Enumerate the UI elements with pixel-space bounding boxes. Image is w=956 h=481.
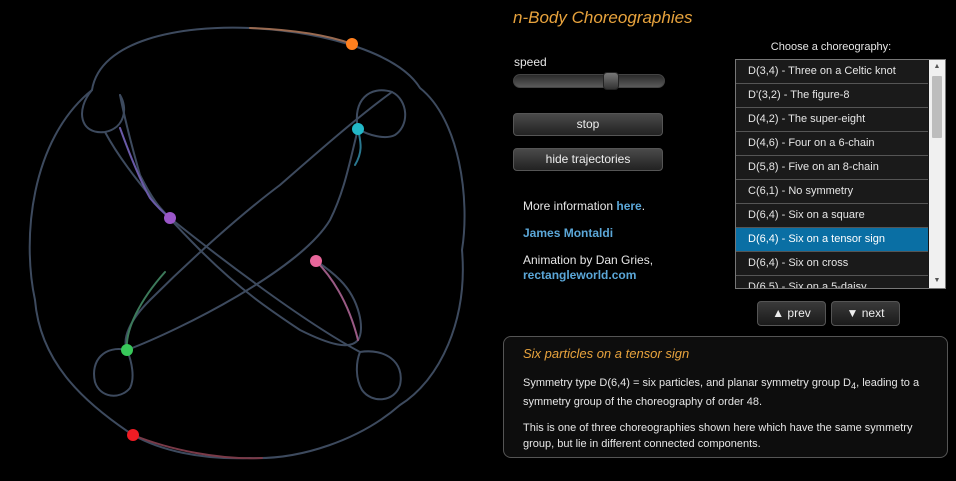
author-link[interactable]: James Montaldi [523, 226, 613, 240]
particle-orange [346, 38, 358, 50]
list-item[interactable]: C(6,1) - No symmetry [736, 180, 928, 204]
particle-cyan [352, 123, 364, 135]
trajectory-loop-bottom-left [93, 348, 134, 397]
trajectory-strand-b [126, 128, 359, 351]
list-item[interactable]: D(5,8) - Five on an 8-chain [736, 156, 928, 180]
particle-pink [310, 255, 322, 267]
description-paragraph-2: This is one of three choreographies show… [523, 422, 913, 450]
list-item[interactable]: D(4,2) - The super-eight [736, 108, 928, 132]
scroll-down-icon[interactable]: ▼ [929, 274, 945, 288]
trail-pink [315, 260, 359, 341]
next-button[interactable]: ▼ next [831, 301, 900, 326]
listbox-scrollbar[interactable]: ▲ ▼ [929, 60, 945, 288]
hide-trajectories-button[interactable]: hide trajectories [513, 148, 663, 171]
description-panel: Six particles on a tensor sign Symmetry … [503, 336, 948, 458]
choreography-listbox[interactable]: D(3,4) - Three on a Celtic knot D'(3,2) -… [735, 59, 946, 289]
list-item[interactable]: D(6,4) - Six on a square [736, 204, 928, 228]
trail-green [125, 271, 166, 351]
trajectory-loop-bottom-right [355, 350, 402, 401]
particle-red [127, 429, 139, 441]
trajectory-strand-c [104, 131, 362, 347]
site-link[interactable]: rectangleworld.com [523, 268, 636, 282]
stop-button[interactable]: stop [513, 113, 663, 136]
scroll-up-icon[interactable]: ▲ [929, 60, 945, 74]
more-info-suffix: . [641, 199, 646, 213]
list-item[interactable]: D(6,5) - Six on a 5-daisy [736, 276, 928, 288]
trajectory-loop-top-left [81, 89, 126, 134]
trajectory-strand-a [119, 94, 361, 353]
list-item[interactable]: D(6,4) - Six on a tensor sign [736, 228, 928, 252]
trail-purple [119, 127, 171, 219]
list-item[interactable]: D(6,4) - Six on cross [736, 252, 928, 276]
choreography-canvas [28, 26, 466, 460]
list-item[interactable]: D(3,4) - Three on a Celtic knot [736, 60, 928, 84]
chooser-label: Choose a choreography: [770, 41, 892, 53]
trajectory-outer-ring [28, 26, 466, 460]
list-item[interactable]: D'(3,2) - The figure-8 [736, 84, 928, 108]
more-info-prefix: More information [523, 199, 617, 213]
speed-slider-thumb[interactable] [603, 72, 619, 90]
description-title: Six particles on a tensor sign [523, 346, 690, 361]
more-info-link[interactable]: here [616, 199, 641, 213]
description-paragraph-1: Symmetry type D(6,4) = six particles, an… [523, 375, 933, 410]
page-title: n-Body Choreographies [513, 8, 693, 27]
speed-label: speed [514, 55, 547, 69]
speed-slider-track[interactable] [513, 74, 665, 88]
particle-green [121, 344, 133, 356]
description-p1-a: Symmetry type D(6,4) = six particles, an… [523, 377, 851, 389]
speed-slider[interactable] [513, 72, 665, 90]
scrollbar-thumb[interactable] [932, 76, 942, 138]
list-item[interactable]: D(4,6) - Four on a 6-chain [736, 132, 928, 156]
more-info-line: More information here. [523, 199, 645, 213]
particle-purple [164, 212, 176, 224]
choreography-list: D(3,4) - Three on a Celtic knot D'(3,2) -… [736, 60, 928, 288]
prev-button[interactable]: ▲ prev [757, 301, 826, 326]
animation-credit: Animation by Dan Gries, [523, 253, 654, 267]
